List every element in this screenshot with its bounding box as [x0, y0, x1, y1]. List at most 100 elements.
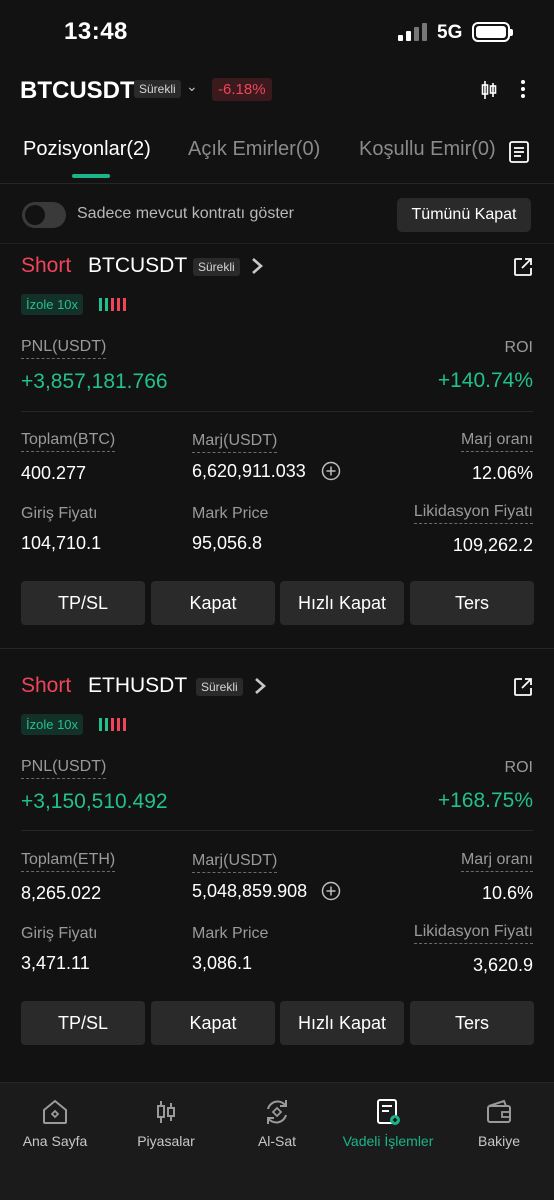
- roi-label: ROI: [504, 339, 533, 356]
- entry-price-value: 3,471.11: [21, 953, 90, 973]
- candlestick-icon: [157, 1101, 175, 1123]
- filter-label: Sadece mevcut kontratı göster: [77, 205, 294, 222]
- total-value: 8,265.022: [21, 883, 102, 903]
- contract-header: BTCUSDT Sürekli ⌄ -6.18%: [0, 68, 554, 112]
- network-type: 5G: [437, 22, 463, 43]
- divider: [21, 830, 533, 831]
- home-icon: [43, 1099, 67, 1124]
- tpsl-button[interactable]: TP/SL: [21, 581, 145, 625]
- divider: [21, 411, 533, 412]
- contract-type-badge: Sürekli: [193, 258, 240, 276]
- margin-label: Marj(USDT): [192, 852, 278, 873]
- nav-label: Vadeli İşlemler: [342, 1133, 434, 1149]
- roi-value: +168.75%: [437, 789, 533, 812]
- position-pair[interactable]: ETHUSDT: [88, 674, 187, 698]
- tab-open-orders[interactable]: Açık Emirler(0): [188, 138, 320, 161]
- action-row: TP/SL Kapat Hızlı Kapat Ters: [0, 581, 554, 625]
- pnl-value: +3,150,510.492: [21, 790, 168, 813]
- close-button[interactable]: Kapat: [151, 1001, 275, 1045]
- bottom-navigation: Ana Sayfa Piyasalar Al-Sat Vadeli İşleml…: [0, 1082, 554, 1200]
- risk-level-icon: [99, 298, 126, 311]
- tab-positions[interactable]: Pozisyonlar(2): [23, 138, 151, 161]
- nav-markets[interactable]: Piyasalar: [111, 1097, 221, 1149]
- liq-price-label: Likidasyon Fiyatı: [413, 923, 533, 944]
- tab-clip: Koşullu Emir(0): [356, 128, 500, 184]
- roi-label: ROI: [504, 759, 533, 776]
- reverse-button[interactable]: Ters: [410, 581, 534, 625]
- entry-price-label: Giriş Fiyatı: [21, 505, 98, 522]
- position-card-eth: Short ETHUSDT Sürekli İzole 10x PNL(USDT…: [0, 674, 554, 1066]
- add-margin-icon[interactable]: [321, 461, 341, 481]
- nav-label: Piyasalar: [137, 1133, 195, 1149]
- pnl-value: +3,857,181.766: [21, 370, 168, 393]
- position-pair[interactable]: BTCUSDT: [88, 254, 187, 278]
- liq-price-value: 109,262.2: [452, 535, 533, 555]
- battery-icon: [472, 22, 513, 42]
- active-tab-indicator: [72, 174, 110, 178]
- exchange-icon: [267, 1100, 287, 1124]
- position-card-btc: Short BTCUSDT Sürekli İzole 10x PNL(USDT…: [0, 254, 554, 649]
- contract-type-badge: Sürekli: [134, 80, 181, 98]
- price-change-badge: -6.18%: [212, 78, 272, 101]
- tab-conditional-orders[interactable]: Koşullu Emir(0): [359, 138, 496, 161]
- pnl-label: PNL(USDT): [21, 758, 107, 779]
- position-side: Short: [21, 674, 72, 697]
- margin-value: 5,048,859.908: [192, 881, 308, 901]
- tab-bar: Pozisyonlar(2) Açık Emirler(0) Koşullu E…: [0, 128, 554, 184]
- chevron-right-icon[interactable]: [250, 256, 264, 276]
- status-time: 13:48: [64, 18, 128, 45]
- mark-price-label: Mark Price: [192, 505, 269, 522]
- futures-icon: [377, 1099, 400, 1125]
- total-value: 400.277: [21, 463, 87, 483]
- nav-trade[interactable]: Al-Sat: [222, 1097, 332, 1149]
- nav-home[interactable]: Ana Sayfa: [0, 1097, 110, 1149]
- close-button[interactable]: Kapat: [151, 581, 275, 625]
- share-icon[interactable]: [512, 256, 534, 278]
- nav-label: Al-Sat: [257, 1133, 297, 1149]
- margin-ratio-label: Marj oranı: [460, 851, 533, 872]
- quick-close-button[interactable]: Hızlı Kapat: [280, 1001, 404, 1045]
- chevron-right-icon[interactable]: [253, 676, 267, 696]
- close-all-button[interactable]: Tümünü Kapat: [397, 198, 531, 232]
- liq-price-label: Likidasyon Fiyatı: [413, 503, 533, 524]
- total-label: Toplam(BTC): [21, 431, 116, 452]
- filter-row: Sadece mevcut kontratı göster Tümünü Kap…: [0, 186, 554, 244]
- liq-price-value: 3,620.9: [472, 955, 533, 975]
- position-side: Short: [21, 254, 72, 277]
- risk-level-icon: [99, 718, 126, 731]
- entry-price-label: Giriş Fiyatı: [21, 925, 98, 942]
- margin-ratio-value: 10.6%: [481, 883, 533, 903]
- margin-mode-badge: İzole 10x: [21, 294, 84, 315]
- mark-price-label: Mark Price: [192, 925, 269, 942]
- contract-type-badge: Sürekli: [196, 678, 243, 696]
- order-history-icon[interactable]: [508, 140, 530, 164]
- margin-ratio-value: 12.06%: [471, 463, 533, 483]
- share-icon[interactable]: [512, 676, 534, 698]
- wallet-icon: [487, 1099, 511, 1123]
- roi-value: +140.74%: [437, 369, 533, 392]
- entry-price-value: 104,710.1: [21, 533, 102, 553]
- contract-symbol[interactable]: BTCUSDT: [20, 77, 135, 105]
- quick-close-button[interactable]: Hızlı Kapat: [280, 581, 404, 625]
- more-options-icon[interactable]: [515, 78, 531, 100]
- status-bar: 13:48 5G: [0, 0, 554, 64]
- mark-price-value: 3,086.1: [192, 953, 253, 973]
- candlestick-chart-icon[interactable]: [481, 80, 497, 100]
- mark-price-value: 95,056.8: [192, 533, 263, 553]
- margin-value: 6,620,911.033: [192, 461, 306, 481]
- action-row: TP/SL Kapat Hızlı Kapat Ters: [0, 1001, 554, 1045]
- nav-balance[interactable]: Bakiye: [444, 1097, 554, 1149]
- nav-label: Bakiye: [477, 1133, 521, 1149]
- tpsl-button[interactable]: TP/SL: [21, 1001, 145, 1045]
- pnl-label: PNL(USDT): [21, 338, 107, 359]
- reverse-button[interactable]: Ters: [410, 1001, 534, 1045]
- card-divider: [0, 648, 554, 649]
- signal-icon: [398, 23, 428, 41]
- add-margin-icon[interactable]: [321, 881, 341, 901]
- nav-label: Ana Sayfa: [22, 1133, 88, 1149]
- margin-mode-badge: İzole 10x: [21, 714, 84, 735]
- current-contract-toggle[interactable]: [22, 202, 66, 228]
- chevron-down-icon[interactable]: ⌄: [186, 78, 198, 95]
- margin-label: Marj(USDT): [192, 432, 278, 453]
- nav-futures[interactable]: Vadeli İşlemler: [333, 1097, 443, 1149]
